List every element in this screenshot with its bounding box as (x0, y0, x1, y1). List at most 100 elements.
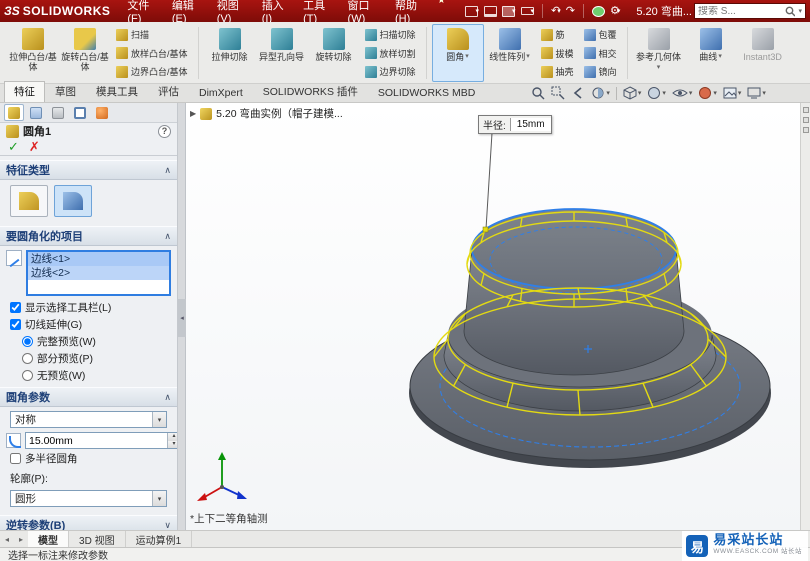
spin-up-icon[interactable]: ▴ (168, 433, 178, 441)
previous-view-icon[interactable] (571, 86, 585, 100)
draft-button[interactable]: 拔模 (537, 45, 578, 62)
help-icon[interactable]: ? (158, 125, 171, 138)
splitter-grip[interactable]: ◂ (178, 299, 186, 337)
filletxpert-button[interactable] (54, 185, 92, 217)
checkbox-input[interactable] (10, 319, 21, 330)
radio-input[interactable] (22, 336, 33, 347)
save-button[interactable]: ▾ (502, 6, 516, 17)
intersect-icon (584, 47, 596, 59)
manual-fillet-button[interactable] (10, 185, 48, 217)
redo-icon[interactable]: ↷ (566, 6, 575, 17)
intersect-button[interactable]: 相交 (580, 45, 621, 62)
section-setback-parameters[interactable]: 逆转参数(B) ∨ (0, 515, 177, 530)
radius-callout[interactable]: 半径: 15mm (478, 115, 552, 134)
options-button[interactable]: ⚙▾ (610, 6, 620, 17)
reference-geometry-button[interactable]: 参考几何体▾ (633, 24, 685, 82)
show-selection-toolbar-checkbox[interactable]: 显示选择工具栏(L) (0, 298, 177, 315)
tab-sketch[interactable]: 草图 (45, 81, 86, 102)
tab-scroll-left-icon[interactable]: ◂ (0, 531, 14, 547)
edit-appearance-icon[interactable]: ▾ (698, 86, 717, 100)
section-feature-type[interactable]: 特征类型 ∧ (0, 160, 177, 180)
search-caret-icon[interactable]: ▾ (798, 7, 802, 15)
configuration-manager-tab[interactable] (48, 104, 68, 121)
undo-button[interactable]: ↶▾ (551, 6, 561, 17)
section-fillet-parameters[interactable]: 圆角参数 ∧ (0, 387, 177, 407)
task-pane-strip[interactable] (800, 103, 810, 530)
extrude-boss-button[interactable]: 拉伸凸台/基体 (7, 24, 59, 82)
symmetric-dropdown[interactable]: 对称 ▾ (10, 411, 167, 428)
curves-button[interactable]: 曲线▾ (685, 24, 737, 82)
open-icon[interactable] (484, 6, 497, 17)
profile-dropdown[interactable]: 圆形 ▾ (10, 490, 167, 507)
linear-pattern-button[interactable]: 线性阵列▾ (484, 24, 536, 82)
ok-button[interactable]: ✓ (8, 139, 19, 155)
no-preview-radio[interactable]: 无预览(W) (0, 366, 177, 383)
tangent-propagation-checkbox[interactable]: 切线延伸(G) (0, 315, 177, 332)
zoom-fit-icon[interactable] (531, 86, 545, 100)
cancel-button[interactable]: ✗ (29, 139, 40, 155)
tab-sw-mbd[interactable]: SOLIDWORKS MBD (368, 84, 485, 102)
extruded-cut-button[interactable]: 拉伸切除 (204, 24, 256, 82)
new-button[interactable]: ▾ (465, 6, 479, 17)
tab-dimxpert[interactable]: DimXpert (189, 84, 253, 102)
rib-button[interactable]: 筋 (537, 26, 578, 43)
checkbox-input[interactable] (10, 453, 21, 464)
dropdown-caret-icon[interactable]: ▾ (152, 412, 166, 427)
display-manager-tab[interactable] (92, 104, 112, 121)
mirror-button[interactable]: 镜向 (580, 63, 621, 80)
radio-input[interactable] (22, 353, 33, 364)
panel-splitter[interactable]: ◂ (178, 103, 186, 530)
shell-button[interactable]: 抽壳 (537, 63, 578, 80)
selection-listbox[interactable]: 边线<1> 边线<2> (26, 250, 171, 296)
rebuild-icon[interactable] (592, 6, 605, 17)
flyout-feature-tree[interactable]: ▶ 5.20 弯曲实例（帽子建模... (190, 106, 343, 121)
swept-cut-button[interactable]: 扫描切除 (361, 26, 420, 43)
swept-boss-button[interactable]: 扫描 (112, 26, 192, 43)
display-style-icon[interactable]: ▾ (647, 86, 666, 100)
zoom-area-icon[interactable] (551, 86, 565, 100)
lofted-boss-button[interactable]: 放样凸台/基体 (112, 45, 192, 62)
fillet-button[interactable]: 圆角▾ (432, 24, 484, 82)
print-button[interactable]: ▾ (521, 7, 535, 15)
dropdown-caret-icon[interactable]: ▾ (152, 491, 166, 506)
hole-wizard-button[interactable]: 异型孔向导 (256, 24, 308, 82)
section-view-icon[interactable]: ▾ (591, 86, 610, 100)
search-input[interactable] (698, 6, 782, 17)
selection-item[interactable]: 边线<2> (28, 266, 169, 280)
tab-mold-tools[interactable]: 模具工具 (86, 81, 148, 102)
hide-show-items-icon[interactable]: ▾ (672, 87, 693, 99)
tab-scroll-right-icon[interactable]: ▸ (14, 531, 28, 547)
view-orientation-icon[interactable]: ▾ (623, 86, 642, 100)
radius-input[interactable] (26, 433, 167, 448)
full-preview-radio[interactable]: 完整预览(W) (0, 332, 177, 349)
property-manager-tab[interactable] (4, 104, 24, 121)
lofted-cut-button[interactable]: 放样切割 (361, 45, 420, 62)
graphics-viewport[interactable]: ▶ 5.20 弯曲实例（帽子建模... 半径: 15mm (186, 103, 800, 530)
checkbox-input[interactable] (10, 302, 21, 313)
callout-value[interactable]: 15mm (510, 118, 551, 131)
tab-features[interactable]: 特征 (4, 81, 45, 102)
wrap-button[interactable]: 包覆 (580, 26, 621, 43)
dimxpert-manager-tab[interactable] (70, 104, 90, 121)
fillet-icon (447, 28, 469, 50)
revolved-cut-button[interactable]: 旋转切除 (308, 24, 360, 82)
selection-item[interactable]: 边线<1> (28, 252, 169, 266)
multi-radius-checkbox[interactable]: 多半径圆角 (0, 449, 177, 466)
radio-input[interactable] (22, 370, 33, 381)
partial-preview-radio[interactable]: 部分预览(P) (0, 349, 177, 366)
flyout-arrow-icon[interactable]: ▶ (190, 109, 196, 118)
tab-model[interactable]: 模型 (28, 531, 69, 547)
tab-motion-study[interactable]: 运动算例1 (126, 531, 193, 547)
apply-scene-icon[interactable]: ▾ (723, 86, 742, 100)
revolve-boss-button[interactable]: 旋转凸台/基体 (59, 24, 111, 82)
tab-3d-views[interactable]: 3D 视图 (69, 531, 126, 547)
tab-evaluate[interactable]: 评估 (148, 81, 189, 102)
feature-manager-tab[interactable] (26, 104, 46, 121)
spin-down-icon[interactable]: ▾ (168, 441, 178, 449)
instant3d-button[interactable]: Instant3D (737, 24, 789, 82)
boundary-cut-button[interactable]: 边界切除 (361, 63, 420, 80)
view-settings-icon[interactable]: ▾ (747, 86, 766, 100)
boundary-boss-button[interactable]: 边界凸台/基体 (112, 63, 192, 80)
tab-sw-addins[interactable]: SOLIDWORKS 插件 (253, 81, 368, 102)
section-items-to-fillet[interactable]: 要圆角化的项目 ∧ (0, 226, 177, 246)
